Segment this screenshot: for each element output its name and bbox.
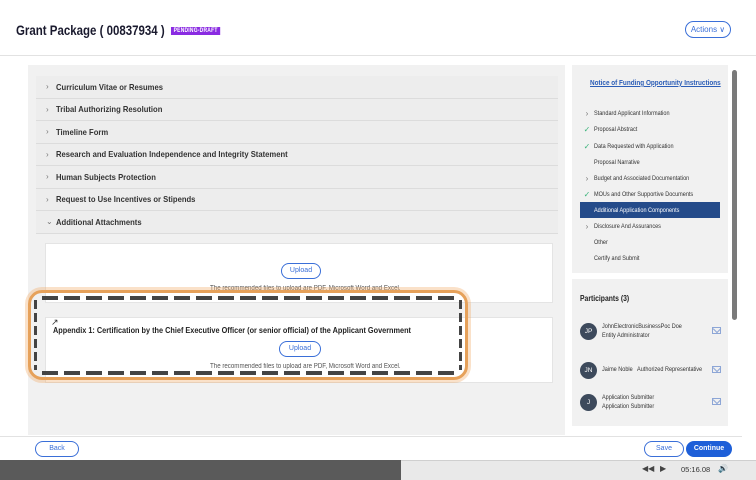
avatar: JP bbox=[580, 323, 597, 340]
check-icon: ✓ bbox=[583, 189, 591, 199]
nav-item-label: Disclosure And Assurances bbox=[594, 222, 661, 230]
nav-item-standard-applicant-information[interactable]: › Standard Applicant Information bbox=[580, 105, 720, 121]
chevron-right-icon: › bbox=[585, 108, 589, 118]
participant-role: Application Submitter bbox=[602, 403, 655, 410]
accordion-item-label: Timeline Form bbox=[56, 126, 109, 137]
participant-name: Jaime Noble Authorized Representative bbox=[602, 366, 702, 373]
check-icon: ✓ bbox=[583, 141, 591, 151]
chevron-right-icon: › bbox=[585, 173, 589, 183]
actions-button[interactable]: Actions ∨ bbox=[685, 21, 731, 38]
participant-row: JP JohnElectronicBusinessPoc Doe Entity … bbox=[580, 319, 725, 347]
volume-icon[interactable]: 🔊 bbox=[718, 464, 728, 473]
chevron-right-icon: › bbox=[46, 149, 49, 159]
nav-item-data-requested[interactable]: ✓ Data Requested with Application bbox=[580, 138, 720, 154]
avatar: J bbox=[580, 394, 597, 411]
accordion-item-expanded[interactable]: ⌄ Additional Attachments bbox=[36, 211, 558, 234]
nav-item-budget[interactable]: › Budget and Associated Documentation bbox=[580, 170, 720, 186]
participants-title: Participants (3) bbox=[580, 294, 630, 303]
nav-item-other[interactable]: Other bbox=[580, 234, 720, 250]
chevron-right-icon: › bbox=[46, 194, 49, 204]
status-badge: PENDING-DRAFT bbox=[171, 27, 221, 36]
nav-item-label: Standard Applicant Information bbox=[594, 109, 670, 117]
accordion-item-label: Research and Evaluation Independence and… bbox=[56, 149, 288, 160]
nav-item-label: Other bbox=[594, 238, 608, 246]
package-id: ( 00837934 ) bbox=[99, 22, 165, 38]
scrollbar-thumb[interactable] bbox=[732, 70, 737, 320]
nav-item-proposal-narrative[interactable]: Proposal Narrative bbox=[580, 154, 720, 170]
accordion-item[interactable]: › Timeline Form bbox=[36, 121, 558, 144]
nav-item-additional-application-components[interactable]: Additional Application Components bbox=[580, 202, 720, 218]
chevron-right-icon: › bbox=[46, 127, 49, 137]
participant-row: J Application Submitter Application Subm… bbox=[580, 390, 725, 418]
dashed-border-left bbox=[34, 300, 37, 370]
nav-item-label: Data Requested with Application bbox=[594, 142, 674, 150]
nav-item-label: Certify and Submit bbox=[594, 254, 640, 262]
accordion-item-label: Human Subjects Protection bbox=[56, 171, 156, 182]
nav-item-disclosure[interactable]: › Disclosure And Assurances bbox=[580, 218, 720, 234]
page-title: Grant Package ( 00837934 ) PENDING-DRAFT bbox=[16, 22, 221, 38]
nav-item-label: Budget and Associated Documentation bbox=[594, 174, 690, 182]
check-icon: ✓ bbox=[583, 124, 591, 134]
accordion-item-label: Curriculum Vitae or Resumes bbox=[56, 81, 164, 92]
dashed-border-right bbox=[459, 300, 462, 370]
avatar: JN bbox=[580, 362, 597, 379]
participant-role-inline: Authorized Representative bbox=[637, 366, 703, 373]
participants-panel: Participants (3) JP JohnElectronicBusine… bbox=[572, 279, 728, 426]
footer-bar bbox=[0, 436, 742, 458]
nav-item-certify-submit[interactable]: Certify and Submit bbox=[580, 250, 720, 266]
accordion-item-label: Tribal Authorizing Resolution bbox=[56, 104, 163, 115]
mail-icon[interactable] bbox=[712, 398, 721, 405]
page-title-text: Grant Package bbox=[16, 22, 97, 38]
nav-item-label: Proposal Narrative bbox=[594, 158, 640, 166]
mail-icon[interactable] bbox=[712, 366, 721, 373]
chevron-right-icon: › bbox=[585, 221, 589, 231]
accordion-item[interactable]: › Tribal Authorizing Resolution bbox=[36, 98, 558, 121]
participant-row: JN Jaime Noble Authorized Representative bbox=[580, 358, 725, 386]
rewind-icon[interactable]: ◀◀ bbox=[642, 464, 654, 473]
page-scrollbar[interactable] bbox=[732, 60, 738, 430]
dashed-border-top bbox=[42, 296, 454, 300]
dashed-border-bottom bbox=[42, 371, 454, 375]
upload-button[interactable]: Upload bbox=[281, 263, 321, 279]
video-progress-played[interactable] bbox=[0, 460, 401, 480]
accordion-item[interactable]: › Request to Use Incentives or Stipends bbox=[36, 188, 558, 211]
video-time: 05:16.08 bbox=[681, 465, 711, 474]
participant-name-text: Jaime Noble bbox=[602, 366, 633, 373]
mail-icon[interactable] bbox=[712, 327, 721, 334]
accordion-item-label: Additional Attachments bbox=[56, 216, 142, 227]
chevron-down-icon: ⌄ bbox=[46, 217, 53, 227]
participant-name: Application Submitter bbox=[602, 394, 655, 401]
participant-name: JohnElectronicBusinessPoc Doe bbox=[602, 323, 682, 330]
accordion-item-label: Request to Use Incentives or Stipends bbox=[56, 194, 196, 205]
accordion-list: › Curriculum Vitae or Resumes › Tribal A… bbox=[36, 76, 558, 234]
application-sections-panel: Notice of Funding Opportunity Instructio… bbox=[572, 65, 728, 273]
mouse-cursor-icon: ↗ bbox=[51, 317, 59, 327]
nav-item-label: Proposal Abstract bbox=[594, 125, 638, 133]
nav-item-mous[interactable]: ✓ MOUs and Other Supportive Documents bbox=[580, 186, 720, 202]
chevron-right-icon: › bbox=[46, 82, 49, 92]
chevron-right-icon: › bbox=[46, 172, 49, 182]
continue-button[interactable]: Continue bbox=[686, 441, 732, 457]
accordion-item[interactable]: › Curriculum Vitae or Resumes bbox=[36, 76, 558, 99]
accordion-item[interactable]: › Research and Evaluation Independence a… bbox=[36, 143, 558, 166]
nav-item-label: MOUs and Other Supportive Documents bbox=[594, 190, 694, 198]
participant-role: Entity Administrator bbox=[602, 332, 650, 339]
back-button[interactable]: Back bbox=[35, 441, 79, 457]
play-icon[interactable]: ▶ bbox=[660, 464, 666, 473]
accordion-item[interactable]: › Human Subjects Protection bbox=[36, 166, 558, 189]
page-header: Grant Package ( 00837934 ) PENDING-DRAFT… bbox=[0, 0, 756, 56]
nav-item-label: Additional Application Components bbox=[594, 206, 680, 214]
nav-item-proposal-abstract[interactable]: ✓ Proposal Abstract bbox=[580, 121, 720, 137]
chevron-right-icon: › bbox=[46, 104, 49, 114]
nofo-instructions-link[interactable]: Notice of Funding Opportunity Instructio… bbox=[590, 78, 721, 87]
highlight-annotation bbox=[28, 290, 468, 380]
save-button[interactable]: Save bbox=[644, 441, 684, 457]
